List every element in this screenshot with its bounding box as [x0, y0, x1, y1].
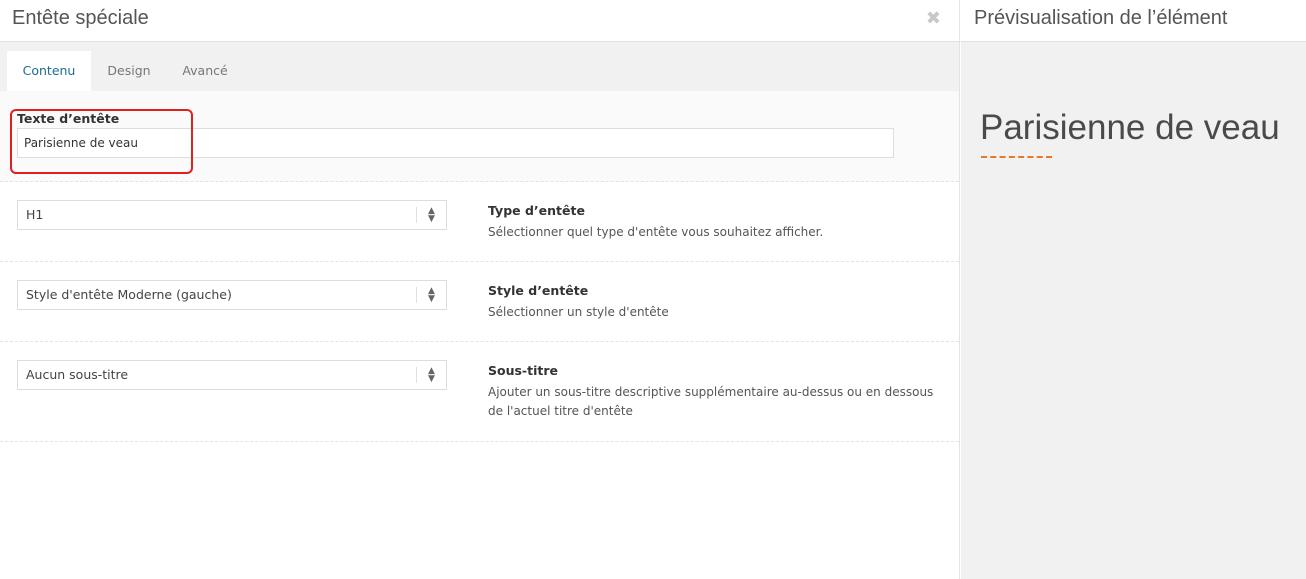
subtitle-section: Aucun sous-titre ▲ ▼ Sous-titre Ajouter u…	[0, 342, 959, 442]
header-type-section: H1 ▲ ▼ Type d’entête Sélectionner quel ty…	[0, 182, 959, 262]
select-arrows-icon: ▲ ▼	[416, 367, 446, 384]
header-text-label: Texte d’entête	[17, 111, 120, 126]
header-style-selected: Style d'entête Moderne (gauche)	[26, 287, 232, 302]
select-arrows-icon: ▲ ▼	[416, 207, 446, 224]
modal-title: Entête spéciale	[12, 7, 149, 29]
preview-heading-underline	[981, 156, 1052, 158]
preview-heading: Parisienne de veau	[980, 108, 1280, 147]
preview-title: Prévisualisation de l’élément	[974, 7, 1228, 29]
tabs-bar: Contenu Design Avancé	[0, 42, 959, 91]
modal-header: Entête spéciale ✖	[0, 0, 959, 42]
header-text-section: Texte d’entête	[0, 91, 959, 182]
tab-avance[interactable]: Avancé	[170, 51, 240, 91]
header-type-select[interactable]: H1 ▲ ▼	[17, 200, 447, 230]
header-style-select[interactable]: Style d'entête Moderne (gauche) ▲ ▼	[17, 280, 447, 310]
subtitle-title: Sous-titre	[488, 363, 558, 378]
header-style-section: Style d'entête Moderne (gauche) ▲ ▼ Style…	[0, 262, 959, 342]
header-type-title: Type d’entête	[488, 203, 585, 218]
element-preview-panel: Prévisualisation de l’élément Parisienne…	[961, 0, 1306, 579]
tab-design[interactable]: Design	[96, 51, 162, 91]
subtitle-description: Ajouter un sous-titre descriptive supplé…	[488, 385, 934, 418]
header-type-selected: H1	[26, 207, 44, 222]
header-style-description: Sélectionner un style d'entête	[488, 305, 669, 319]
select-arrows-icon: ▲ ▼	[416, 287, 446, 304]
subtitle-select[interactable]: Aucun sous-titre ▲ ▼	[17, 360, 447, 390]
tab-contenu[interactable]: Contenu	[7, 51, 91, 91]
header-style-title: Style d’entête	[488, 283, 589, 298]
header-type-description: Sélectionner quel type d'entête vous sou…	[488, 225, 824, 239]
header-text-input[interactable]	[17, 128, 894, 158]
element-editor-modal: Entête spéciale ✖ Contenu Design Avancé …	[0, 0, 960, 579]
tab-content: Texte d’entête H1 ▲▼ Type d’entête Sélec…	[0, 91, 959, 442]
close-icon[interactable]: ✖	[926, 8, 941, 29]
subtitle-selected: Aucun sous-titre	[26, 367, 129, 382]
preview-header: Prévisualisation de l’élément	[961, 0, 1306, 42]
